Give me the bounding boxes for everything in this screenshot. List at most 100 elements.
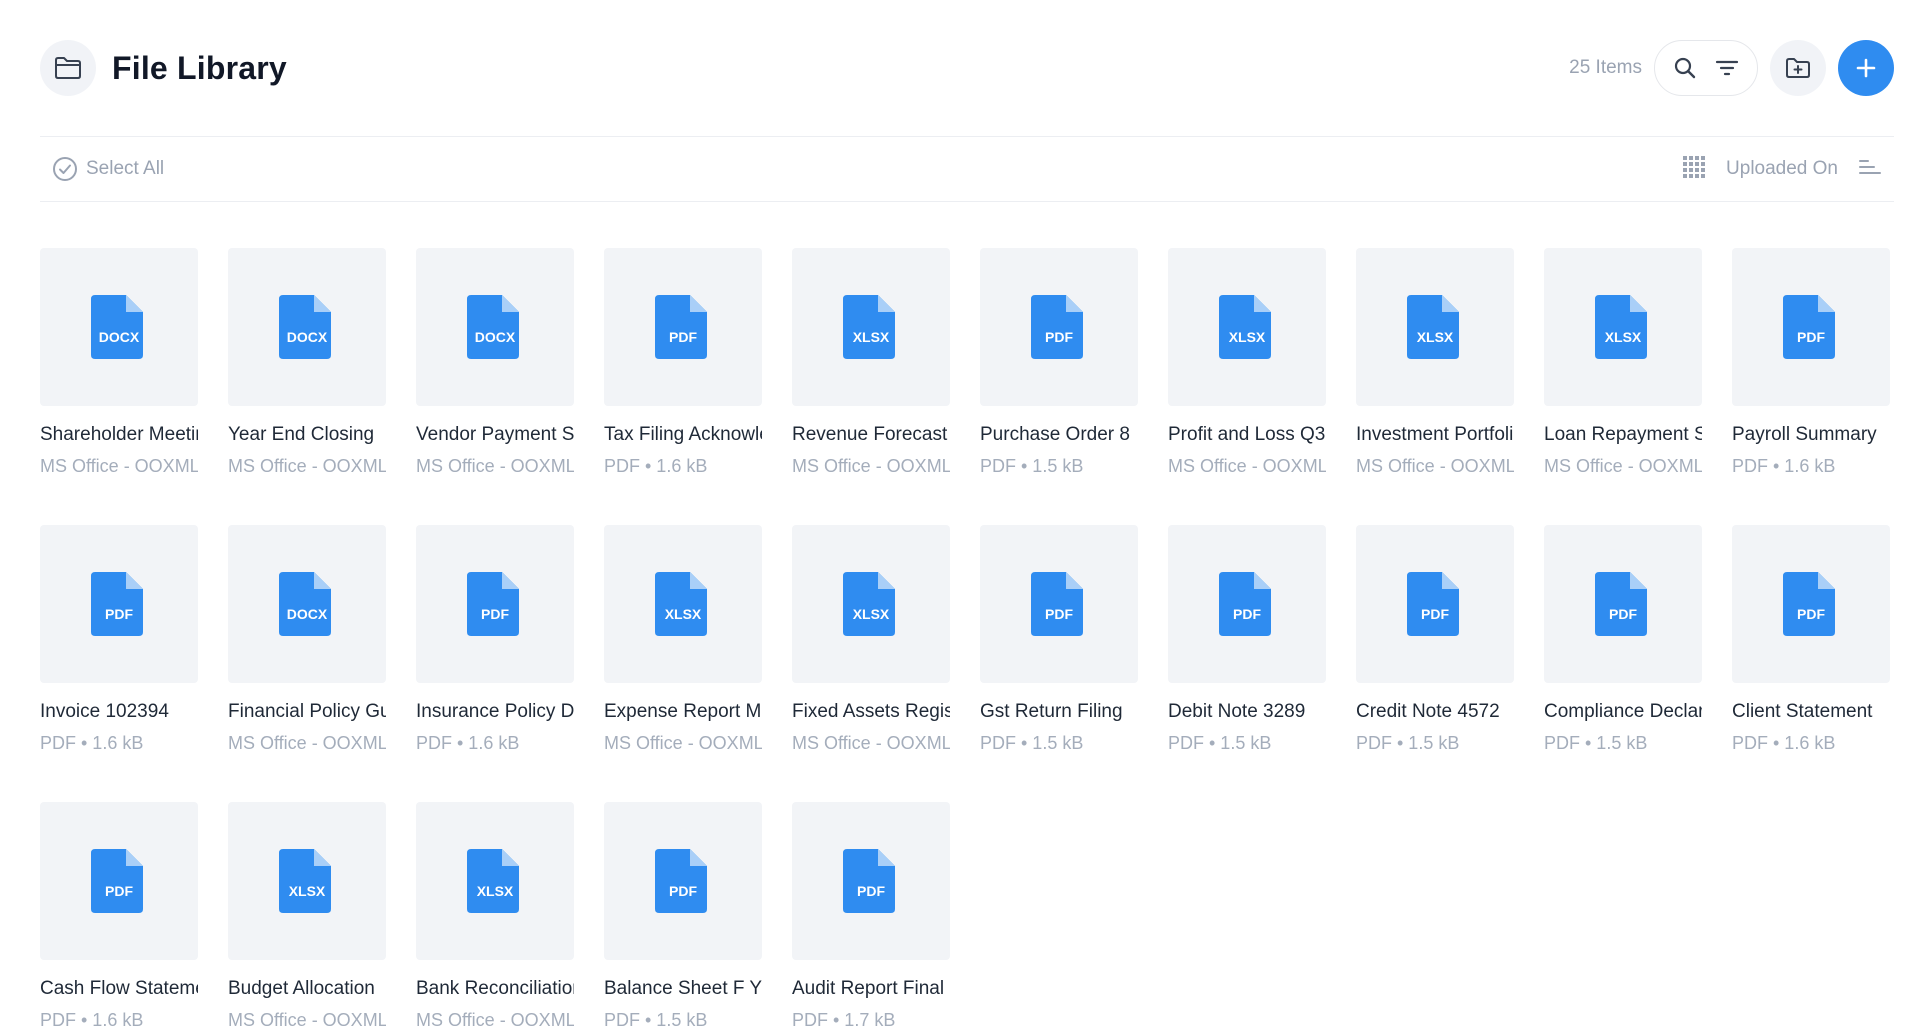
file-meta: MS Office - OOXML [228, 733, 386, 753]
filter-icon[interactable] [1711, 52, 1743, 84]
file-name: Revenue Forecast [792, 424, 948, 445]
file-thumbnail: PDF [1732, 525, 1890, 683]
file-type-icon: XLSX [1407, 295, 1459, 359]
file-meta: PDF • 1.6 kB [1732, 733, 1836, 753]
file-card[interactable]: XLSX Revenue Forecast MS Office - OOXML [792, 248, 950, 477]
check-circle-icon [53, 157, 77, 181]
file-thumbnail: XLSX [1168, 248, 1326, 406]
file-card[interactable]: PDF Purchase Order 8 PDF • 1.5 kB [980, 248, 1138, 477]
file-card[interactable]: XLSX Expense Report March MS Office - OO… [604, 525, 762, 754]
file-thumbnail: PDF [604, 248, 762, 406]
file-card[interactable]: PDF Compliance Declaration PDF • 1.5 kB [1544, 525, 1702, 754]
file-card[interactable]: PDF Balance Sheet F Y PDF • 1.5 kB [604, 802, 762, 1031]
new-folder-button[interactable] [1770, 40, 1826, 96]
file-card[interactable]: XLSX Fixed Assets Register MS Office - O… [792, 525, 950, 754]
file-thumbnail: PDF [1732, 248, 1890, 406]
svg-text:PDF: PDF [669, 883, 697, 899]
file-meta: MS Office - OOXML [1544, 456, 1702, 476]
file-meta: PDF • 1.6 kB [40, 733, 144, 753]
file-type-icon: PDF [91, 849, 143, 913]
file-thumbnail: PDF [1168, 525, 1326, 683]
file-name: Fixed Assets Register [792, 701, 950, 722]
sort-order-icon[interactable] [1858, 157, 1882, 182]
file-name: Audit Report Final [792, 978, 945, 999]
page-title: File Library [112, 49, 287, 86]
file-meta: PDF • 1.5 kB [980, 733, 1084, 753]
file-name: Invoice 102394 [40, 701, 169, 722]
file-type-icon: XLSX [843, 572, 895, 636]
file-card[interactable]: PDF Audit Report Final PDF • 1.7 kB [792, 802, 950, 1031]
file-thumbnail: DOCX [40, 248, 198, 406]
svg-text:XLSX: XLSX [289, 883, 326, 899]
file-card[interactable]: PDF Insurance Policy Document PDF • 1.6 … [416, 525, 574, 754]
file-meta: PDF • 1.7 kB [792, 1010, 896, 1030]
file-card[interactable]: PDF Invoice 102394 PDF • 1.6 kB [40, 525, 198, 754]
svg-text:PDF: PDF [1045, 606, 1073, 622]
svg-text:DOCX: DOCX [287, 606, 328, 622]
file-name: Purchase Order 8 [980, 424, 1130, 445]
file-card[interactable]: PDF Credit Note 4572 PDF • 1.5 kB [1356, 525, 1514, 754]
file-type-icon: XLSX [843, 295, 895, 359]
file-meta: PDF • 1.6 kB [604, 456, 708, 476]
file-thumbnail: DOCX [228, 248, 386, 406]
file-thumbnail: XLSX [1356, 248, 1514, 406]
svg-text:DOCX: DOCX [99, 329, 140, 345]
library-toolbar: Select All Uploaded On [40, 136, 1894, 202]
file-name: Year End Closing [228, 424, 375, 445]
file-type-icon: DOCX [467, 295, 519, 359]
file-thumbnail: PDF [792, 802, 950, 960]
file-type-icon: XLSX [467, 849, 519, 913]
file-type-icon: PDF [91, 572, 143, 636]
file-type-icon: XLSX [1595, 295, 1647, 359]
file-name: Shareholder Meeting Minutes [40, 424, 198, 445]
file-card[interactable]: XLSX Bank Reconciliation MS Office - OOX… [416, 802, 574, 1031]
file-type-icon: XLSX [279, 849, 331, 913]
file-name: Credit Note 4572 [1356, 701, 1500, 722]
file-meta: MS Office - OOXML [792, 733, 950, 753]
file-card[interactable]: DOCX Financial Policy Guide MS Office - … [228, 525, 386, 754]
file-name: Bank Reconciliation [416, 978, 574, 999]
file-card[interactable]: XLSX Investment Portfolio MS Office - OO… [1356, 248, 1514, 477]
file-card[interactable]: PDF Gst Return Filing PDF • 1.5 kB [980, 525, 1138, 754]
file-card[interactable]: DOCX Shareholder Meeting Minutes MS Offi… [40, 248, 198, 477]
file-card[interactable]: PDF Debit Note 3289 PDF • 1.5 kB [1168, 525, 1326, 754]
file-meta: MS Office - OOXML [228, 1010, 386, 1030]
svg-text:XLSX: XLSX [665, 606, 702, 622]
file-name: Vendor Payment Schedule [416, 424, 574, 445]
file-type-icon: DOCX [279, 295, 331, 359]
svg-text:XLSX: XLSX [477, 883, 514, 899]
file-card[interactable]: PDF Tax Filing Acknowledgement PDF • 1.6… [604, 248, 762, 477]
add-file-button[interactable] [1838, 40, 1894, 96]
file-type-icon: PDF [1595, 572, 1647, 636]
file-card[interactable]: XLSX Profit and Loss Q3 MS Office - OOXM… [1168, 248, 1326, 477]
file-thumbnail: XLSX [792, 248, 950, 406]
file-card[interactable]: XLSX Loan Repayment Schedule MS Office -… [1544, 248, 1702, 477]
file-name: Debit Note 3289 [1168, 701, 1306, 722]
file-meta: PDF • 1.5 kB [604, 1010, 708, 1030]
select-all-button[interactable]: Select All [52, 156, 164, 182]
file-meta: PDF • 1.5 kB [980, 456, 1084, 476]
search-icon[interactable] [1669, 52, 1701, 84]
file-card[interactable]: DOCX Vendor Payment Schedule MS Office -… [416, 248, 574, 477]
file-card[interactable]: PDF Cash Flow Statement PDF • 1.6 kB [40, 802, 198, 1031]
grid-view-icon[interactable] [1682, 155, 1706, 184]
file-name: Insurance Policy Document [416, 701, 574, 722]
file-card[interactable]: DOCX Year End Closing MS Office - OOXML [228, 248, 386, 477]
file-name: Profit and Loss Q3 [1168, 424, 1326, 445]
file-meta: PDF • 1.5 kB [1544, 733, 1648, 753]
file-type-icon: DOCX [91, 295, 143, 359]
select-all-label: Select All [86, 158, 165, 179]
file-thumbnail: XLSX [228, 802, 386, 960]
file-name: Tax Filing Acknowledgement [604, 424, 762, 445]
file-card[interactable]: XLSX Budget Allocation MS Office - OOXML [228, 802, 386, 1031]
file-grid: DOCX Shareholder Meeting Minutes MS Offi… [40, 248, 1894, 1031]
plus-icon [1856, 58, 1876, 78]
svg-text:XLSX: XLSX [1417, 329, 1454, 345]
file-card[interactable]: PDF Payroll Summary PDF • 1.6 kB [1732, 248, 1890, 477]
file-type-icon: PDF [1031, 572, 1083, 636]
file-name: Expense Report March [604, 701, 762, 722]
file-card[interactable]: PDF Client Statement PDF • 1.6 kB [1732, 525, 1890, 754]
svg-text:DOCX: DOCX [475, 329, 516, 345]
file-meta: MS Office - OOXML [416, 456, 574, 476]
sort-dropdown[interactable]: Uploaded On [1726, 158, 1838, 180]
